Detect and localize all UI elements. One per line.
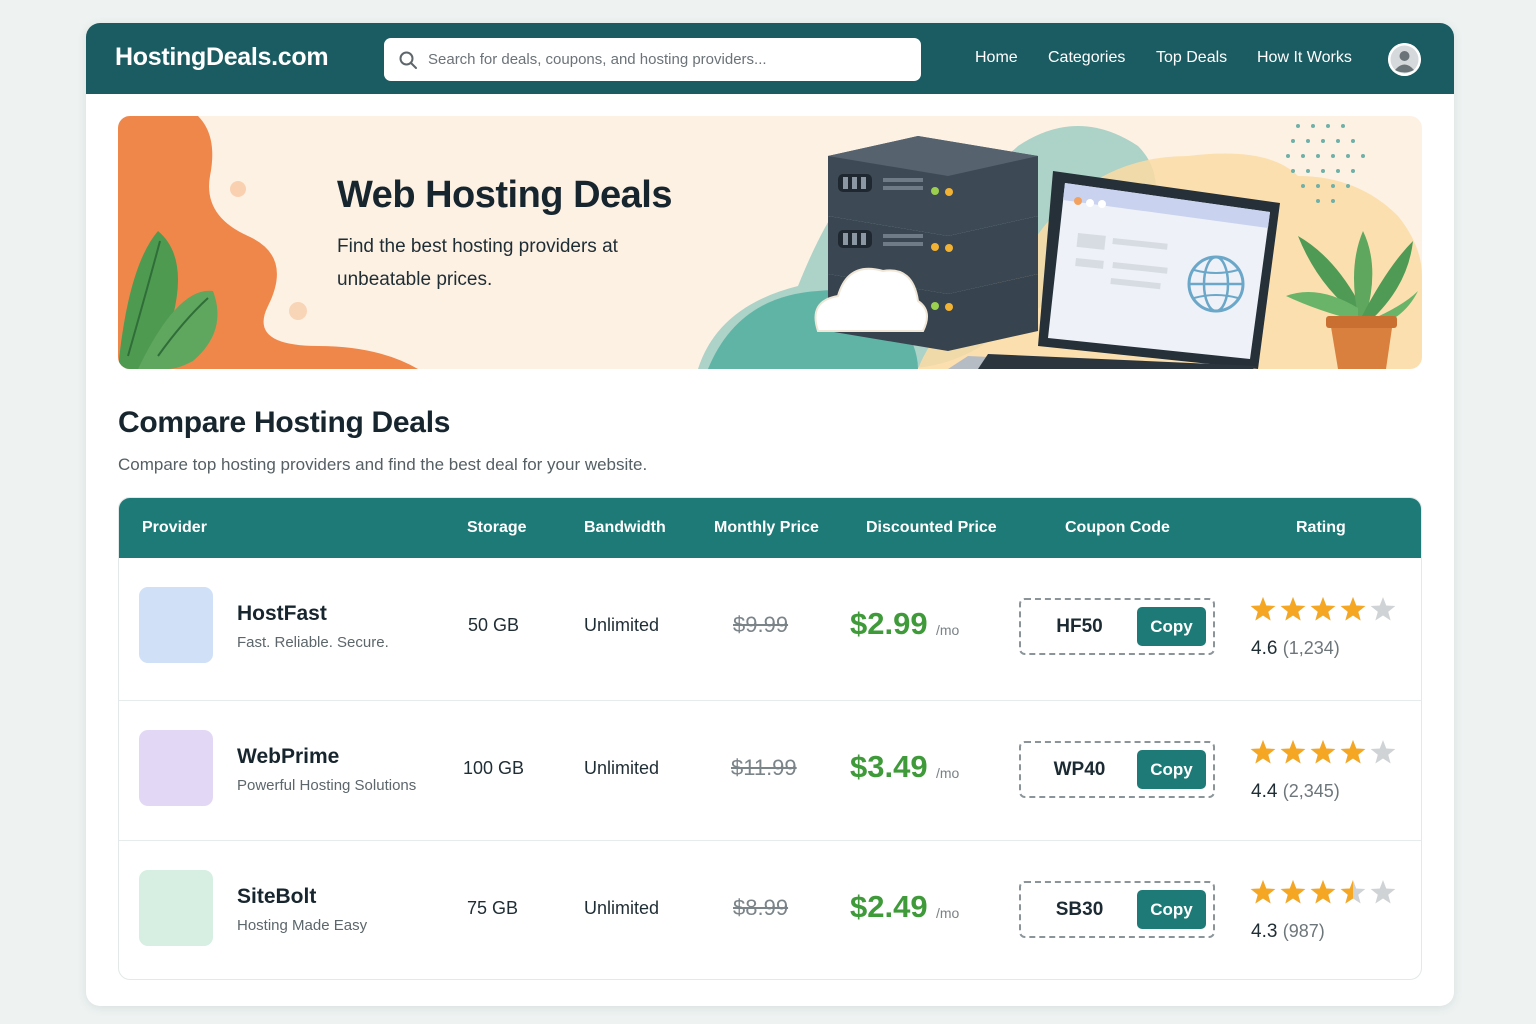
rating-count: (2,345) bbox=[1282, 781, 1340, 801]
star-filled-icon bbox=[1280, 880, 1306, 904]
copy-button[interactable]: Copy bbox=[1137, 607, 1206, 646]
provider-tagline: Powerful Hosting Solutions bbox=[237, 777, 417, 794]
monthly-price: $9.99 bbox=[733, 612, 789, 637]
rating-value: 4.3 bbox=[1251, 921, 1278, 942]
nav-categories[interactable]: Categories bbox=[1048, 49, 1125, 67]
col-storage: Storage bbox=[467, 519, 527, 536]
storage-value: 100 GB bbox=[463, 758, 525, 778]
star-filled-icon bbox=[1310, 740, 1336, 764]
star-filled-icon bbox=[1340, 740, 1366, 764]
discounted-price: $2.99 bbox=[850, 606, 928, 641]
table-header: Provider Storage Bandwidth Monthly Price… bbox=[119, 498, 1421, 558]
price-period: /mo bbox=[936, 905, 960, 921]
provider-tagline: Fast. Reliable. Secure. bbox=[237, 634, 389, 651]
user-icon bbox=[1388, 43, 1421, 76]
monthly-price: $8.99 bbox=[733, 895, 789, 920]
provider-logo bbox=[139, 870, 213, 946]
rating-count: (1,234) bbox=[1282, 638, 1340, 658]
star-rating bbox=[1250, 740, 1396, 764]
star-filled-icon bbox=[1280, 597, 1306, 621]
star-icon bbox=[1370, 740, 1396, 764]
rating-value: 4.6 bbox=[1251, 638, 1278, 659]
table-row: WebPrime Powerful Hosting Solutions 100 … bbox=[119, 700, 1421, 842]
table-row: HostFast Fast. Reliable. Secure. 50 GB U… bbox=[119, 558, 1421, 700]
star-filled-icon bbox=[1280, 740, 1306, 764]
provider-logo bbox=[139, 730, 213, 806]
nav-links: Home Categories Top Deals How It Works bbox=[86, 23, 1454, 94]
star-filled-icon bbox=[1310, 880, 1336, 904]
hero-illustration bbox=[118, 116, 1422, 369]
star-filled-icon bbox=[1250, 740, 1276, 764]
star-filled-icon bbox=[1340, 597, 1366, 621]
star-icon bbox=[1370, 880, 1396, 904]
coupon-code: WP40 bbox=[1053, 759, 1106, 780]
coupon-box: SB30 Copy bbox=[1019, 881, 1215, 938]
user-avatar[interactable] bbox=[1388, 43, 1421, 76]
nav-how-it-works[interactable]: How It Works bbox=[1257, 49, 1352, 67]
bandwidth-value: Unlimited bbox=[584, 758, 660, 778]
col-rating: Rating bbox=[1296, 519, 1346, 536]
price-period: /mo bbox=[936, 765, 960, 781]
star-filled-icon bbox=[1310, 597, 1336, 621]
provider-logo bbox=[139, 587, 213, 663]
star-icon bbox=[1370, 597, 1396, 621]
discounted-price: $2.49 bbox=[850, 889, 928, 924]
deals-table: Provider Storage Bandwidth Monthly Price… bbox=[118, 497, 1422, 980]
coupon-code: HF50 bbox=[1056, 616, 1103, 637]
rating-text: 4.3 (987) bbox=[1251, 921, 1325, 943]
hero-title: Web Hosting Deals bbox=[337, 174, 672, 216]
nav-home[interactable]: Home bbox=[975, 49, 1018, 67]
table-row: SiteBolt Hosting Made Easy 75 GB Unlimit… bbox=[119, 840, 1421, 979]
section-subtitle: Compare top hosting providers and find t… bbox=[118, 455, 648, 474]
monthly-price: $11.99 bbox=[731, 755, 797, 780]
hero-banner: Web Hosting Deals Find the best hosting … bbox=[118, 116, 1422, 369]
bandwidth-value: Unlimited bbox=[584, 898, 660, 918]
coupon-box: WP40 Copy bbox=[1019, 741, 1215, 798]
provider-name[interactable]: SiteBolt bbox=[237, 885, 316, 909]
bandwidth-value: Unlimited bbox=[584, 615, 660, 635]
price-period: /mo bbox=[936, 622, 960, 638]
star-rating bbox=[1250, 597, 1396, 621]
rating-value: 4.4 bbox=[1251, 781, 1278, 802]
rating-count: (987) bbox=[1282, 921, 1325, 941]
star-filled-icon bbox=[1250, 880, 1276, 904]
provider-tagline: Hosting Made Easy bbox=[237, 917, 368, 934]
coupon-box: HF50 Copy bbox=[1019, 598, 1215, 655]
col-bandwidth: Bandwidth bbox=[584, 519, 666, 536]
coupon-code: SB30 bbox=[1055, 899, 1104, 920]
col-monthly-price: Monthly Price bbox=[714, 519, 819, 536]
col-discounted-price: Discounted Price bbox=[866, 519, 997, 536]
col-provider: Provider bbox=[142, 519, 207, 536]
star-rating bbox=[1250, 880, 1396, 904]
col-coupon-code: Coupon Code bbox=[1065, 519, 1170, 536]
nav-top-deals[interactable]: Top Deals bbox=[1156, 49, 1227, 67]
section-title: Compare Hosting Deals bbox=[118, 406, 451, 439]
provider-name[interactable]: HostFast bbox=[237, 602, 327, 626]
star-filled-icon bbox=[1250, 597, 1276, 621]
top-nav: HostingDeals.com Home Categories Top Dea… bbox=[86, 23, 1454, 94]
storage-value: 50 GB bbox=[468, 615, 520, 635]
rating-text: 4.4 (2,345) bbox=[1251, 781, 1340, 803]
provider-name[interactable]: WebPrime bbox=[237, 745, 339, 769]
copy-button[interactable]: Copy bbox=[1137, 890, 1206, 929]
copy-button[interactable]: Copy bbox=[1137, 750, 1206, 789]
rating-text: 4.6 (1,234) bbox=[1251, 638, 1340, 660]
storage-value: 75 GB bbox=[467, 898, 519, 918]
page-card: HostingDeals.com Home Categories Top Dea… bbox=[86, 23, 1454, 1006]
hero-subtitle: Find the best hosting providers at unbea… bbox=[337, 236, 618, 290]
discounted-price: $3.49 bbox=[850, 749, 928, 784]
